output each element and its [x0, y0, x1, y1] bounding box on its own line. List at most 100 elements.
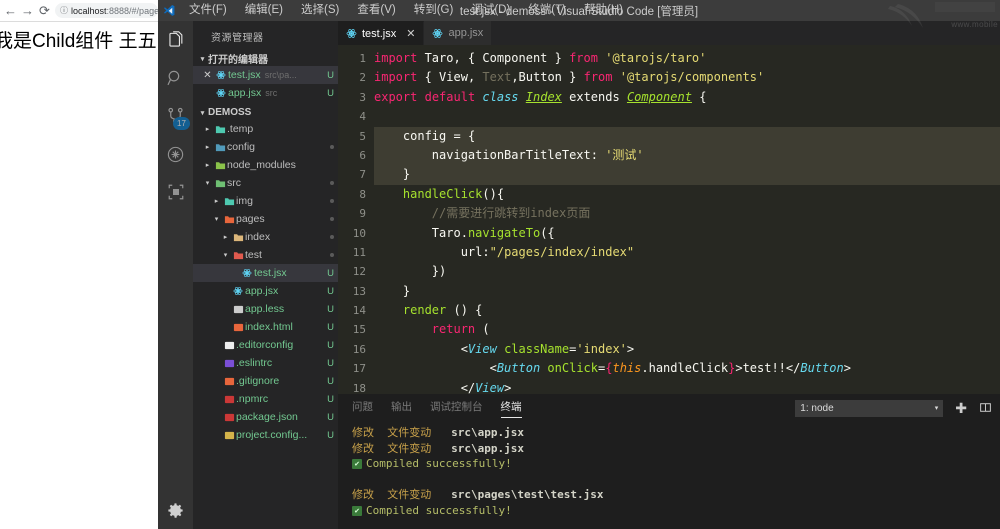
tree-item-status: U [327, 375, 334, 387]
open-editor-test-jsx[interactable]: ✕ test.jsx src\pa... U [193, 66, 338, 84]
tree-item-test[interactable]: ▾ test [193, 246, 338, 264]
code-token: View [475, 380, 505, 394]
split-terminal-button[interactable] [979, 401, 992, 416]
tab-app-jsx[interactable]: app.jsx [424, 21, 493, 45]
menu-view[interactable]: 查看(V) [348, 0, 404, 21]
activity-settings-button[interactable] [158, 501, 193, 525]
code-token: render [402, 303, 447, 318]
browser-back-button[interactable]: ← [2, 0, 19, 21]
tree-item-pages[interactable]: ▾ pages [193, 210, 338, 228]
chevron-right-icon[interactable]: ▸ [202, 125, 213, 133]
close-icon[interactable]: ✕ [406, 27, 415, 40]
tree-item-test-jsx[interactable]: test.jsx U [193, 264, 338, 282]
activity-debug-button[interactable] [158, 135, 193, 173]
panel-tab-output[interactable]: 输出 [391, 399, 412, 417]
terminal-line: ✔ Compiled successfully! [352, 503, 1000, 519]
menu-selection[interactable]: 选择(S) [292, 0, 348, 21]
tree-item--npmrc[interactable]: .npmrc U [193, 390, 338, 408]
code-line[interactable]: }) [374, 262, 1000, 281]
tree-item--eslintrc[interactable]: .eslintrc U [193, 354, 338, 372]
code-line[interactable]: } [374, 165, 1000, 185]
panel-tab-terminal[interactable]: 终端 [500, 399, 522, 418]
activity-extensions-button[interactable] [158, 173, 193, 211]
code-line[interactable]: </View> [374, 379, 1000, 394]
browser-reload-button[interactable]: ⟳ [36, 0, 53, 21]
open-editor-app-jsx[interactable]: app.jsx src U [193, 84, 338, 102]
tree-item-label: test [245, 249, 262, 261]
file-tree: ▸ .temp ▸ config ▸ node_modules ▾ src ▸ img ▾ pages… [193, 120, 338, 444]
close-icon[interactable]: ✕ [201, 70, 214, 81]
code-line[interactable]: render () { [374, 301, 1000, 320]
code-line[interactable]: export default class Index extends Compo… [374, 88, 1000, 107]
tree-item-index[interactable]: ▸ index [193, 228, 338, 246]
menu-terminal[interactable]: 终端(T) [519, 0, 575, 21]
menu-help[interactable]: 帮助(H) [575, 0, 632, 21]
menu-edit[interactable]: 编辑(E) [236, 0, 292, 21]
tree-item--gitignore[interactable]: .gitignore U [193, 372, 338, 390]
tree-item-package-json[interactable]: package.json U [193, 408, 338, 426]
line-number: 6 [359, 148, 366, 162]
code-token: default [424, 89, 476, 104]
code-line[interactable]: return ( [374, 320, 1000, 339]
activity-source-control-button[interactable]: 17 [158, 97, 193, 135]
new-terminal-button[interactable]: ✚ [955, 401, 967, 415]
tree-item-node-modules[interactable]: ▸ node_modules [193, 156, 338, 174]
code-content[interactable]: import Taro, { Component } from '@tarojs… [374, 45, 1000, 394]
panel-tab-debug-console[interactable]: 调试控制台 [430, 399, 483, 417]
url-host: localhost [71, 5, 107, 16]
code-line[interactable]: <View className='index'> [374, 340, 1000, 359]
project-header[interactable]: ▾ DEMOSS [193, 105, 338, 120]
folder-config-icon [213, 142, 227, 153]
tab-test-jsx[interactable]: test.jsx ✕ [338, 21, 425, 45]
tree-item-app-less[interactable]: app.less U [193, 300, 338, 318]
code-line[interactable]: import Taro, { Component } from '@tarojs… [374, 49, 1000, 68]
chevron-right-icon[interactable]: ▸ [202, 143, 213, 151]
vscode-window: 文件(F) 编辑(E) 选择(S) 查看(V) 转到(G) 调试(D) 终端(T… [158, 0, 1000, 529]
menu-file[interactable]: 文件(F) [180, 0, 236, 21]
tree-item-img[interactable]: ▸ img [193, 192, 338, 210]
open-editors-header[interactable]: ▾ 打开的编辑器 [193, 51, 338, 66]
chevron-down-icon[interactable]: ▾ [220, 251, 231, 259]
code-line[interactable]: import { View, Text,Button } from '@taro… [374, 68, 1000, 87]
panel-tab-problems[interactable]: 问题 [352, 399, 373, 417]
activity-explorer-button[interactable] [158, 21, 193, 59]
code-line[interactable]: navigationBarTitleText: '测试' [374, 145, 1000, 166]
tree-item-app-jsx[interactable]: app.jsx U [193, 282, 338, 300]
browser-address-bar[interactable]: ⓘ localhost:8888/#/pages/ [55, 3, 158, 18]
code-line[interactable]: config = { [374, 126, 1000, 146]
browser-forward-button[interactable]: → [19, 0, 36, 21]
activity-search-button[interactable] [158, 59, 193, 97]
tree-item-project-config-[interactable]: project.config... U [193, 426, 338, 444]
tree-item--editorconfig[interactable]: .editorconfig U [193, 336, 338, 354]
chevron-right-icon[interactable]: ▸ [220, 233, 231, 241]
terminal-line: 修改 文件变动 src\pages\test\test.jsx [352, 487, 1000, 503]
code-token: : [482, 244, 490, 259]
tree-item-modified-dot [330, 199, 334, 203]
code-line[interactable]: Taro.navigateTo({ [374, 224, 1000, 243]
code-token: } [374, 167, 411, 182]
tree-item-config[interactable]: ▸ config [193, 138, 338, 156]
tree-item--temp[interactable]: ▸ .temp [193, 120, 338, 138]
terminal-change-path: src\app.jsx [451, 426, 524, 439]
chevron-right-icon[interactable]: ▸ [202, 161, 213, 169]
chevron-down-icon[interactable]: ▾ [202, 179, 213, 187]
terminal-output[interactable]: 修改 文件变动 src\app.jsx 修改 文件变动 src\app.jsx ✔ C… [338, 421, 1000, 529]
code-line[interactable] [374, 107, 1000, 126]
chevron-right-icon[interactable]: ▸ [211, 197, 222, 205]
code-token: ( [475, 322, 490, 337]
code-line[interactable]: handleClick(){ [374, 185, 1000, 204]
code-line[interactable]: <Button onClick={this.handleClick}>test!… [374, 359, 1000, 378]
code-line[interactable]: } [374, 282, 1000, 301]
tree-item-modified-dot [330, 235, 334, 239]
chevron-down-icon[interactable]: ▾ [211, 215, 222, 223]
menu-debug[interactable]: 调试(D) [462, 0, 519, 21]
tree-item-src[interactable]: ▾ src [193, 174, 338, 192]
project-label: DEMOSS [208, 107, 252, 118]
menu-go[interactable]: 转到(G) [405, 0, 463, 21]
tree-item-index-html[interactable]: index.html U [193, 318, 338, 336]
code-token: } [374, 283, 411, 298]
code-line[interactable]: url:"/pages/index/index" [374, 243, 1000, 262]
code-editor[interactable]: 1234567891011121314151617181920 import T… [338, 45, 1000, 394]
code-line[interactable]: //需要进行跳转到index页面 [374, 204, 1000, 223]
terminal-selector-dropdown[interactable]: 1: node ▾ [795, 399, 944, 417]
